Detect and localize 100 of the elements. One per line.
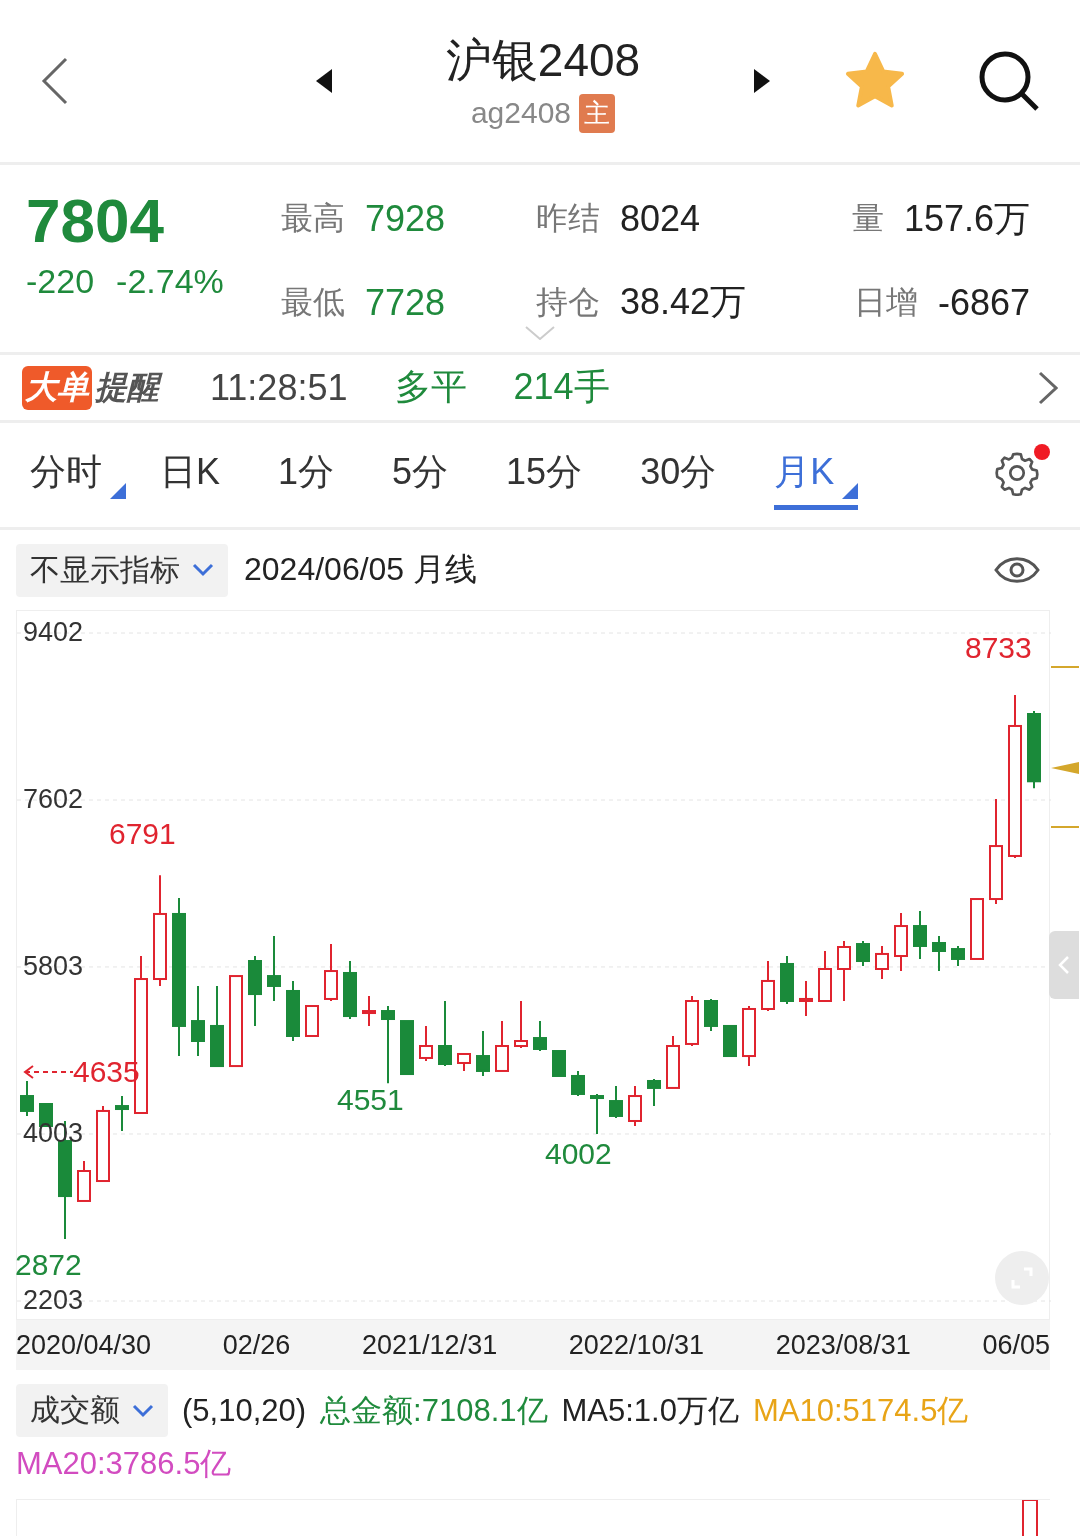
candle xyxy=(628,1085,642,1127)
candle xyxy=(305,1005,319,1037)
candle xyxy=(115,1095,129,1132)
candle xyxy=(685,995,699,1047)
indicator-dropdown[interactable]: 不显示指标 xyxy=(16,543,228,597)
stat-label: 最低 xyxy=(281,282,345,322)
y-axis-label: 2203 xyxy=(23,1287,84,1314)
candle xyxy=(343,960,357,1020)
back-icon[interactable] xyxy=(40,56,70,106)
period-tab[interactable]: 月K xyxy=(774,440,859,510)
previous-arrow-icon[interactable] xyxy=(316,69,332,93)
candle xyxy=(742,1005,756,1068)
chevron-right-icon[interactable] xyxy=(1038,370,1058,405)
extreme-price-label: 4002 xyxy=(545,1139,612,1169)
candle xyxy=(609,1085,623,1119)
x-axis-label: 2022/10/31 xyxy=(568,1329,704,1361)
candle xyxy=(894,912,908,973)
settings-icon[interactable] xyxy=(994,450,1040,496)
volume-stat: MA5:1.0万亿 xyxy=(561,1391,739,1430)
stat-label: 昨结 xyxy=(536,199,600,238)
period-tab[interactable]: 日K xyxy=(160,440,244,510)
candle xyxy=(248,955,262,1027)
candle xyxy=(495,1020,509,1072)
stat-label: 量 xyxy=(851,199,884,238)
candle xyxy=(324,943,338,1002)
candle xyxy=(780,955,794,1005)
period-tab[interactable]: 5分 xyxy=(392,440,473,510)
candle xyxy=(666,1035,680,1089)
eye-icon[interactable] xyxy=(994,555,1040,585)
candle xyxy=(970,898,984,960)
extreme-price-label: 6791 xyxy=(109,819,176,849)
stat-value: 8024 xyxy=(620,198,701,240)
stat-value: 38.42万 xyxy=(620,280,747,324)
next-arrow-icon[interactable] xyxy=(754,69,770,93)
price-level-marker-icon xyxy=(1049,666,1079,828)
y-axis-label: 9402 xyxy=(23,619,84,646)
candle xyxy=(552,1050,566,1077)
stat-value: 7728 xyxy=(365,281,446,324)
candle xyxy=(799,979,813,1018)
candle xyxy=(856,939,870,968)
x-axis-label: 2020/04/30 xyxy=(16,1329,152,1361)
period-tab[interactable]: 分时 xyxy=(30,440,126,510)
percent-change: -2.74% xyxy=(116,262,224,301)
candle xyxy=(533,1020,547,1052)
candle xyxy=(932,934,946,973)
stat-value: -6867 xyxy=(937,281,1030,324)
candle xyxy=(951,945,965,968)
contract-code: ag2408 xyxy=(470,96,572,130)
volume-dropdown[interactable]: 成交额 xyxy=(16,1384,168,1437)
alert-action: 多平 xyxy=(395,365,468,409)
dashed-arrow-icon xyxy=(23,1064,73,1080)
chevron-down-icon xyxy=(132,1403,154,1418)
volume-stat: MA20:3786.5亿 xyxy=(16,1445,232,1483)
x-axis-label: 2023/08/31 xyxy=(775,1329,911,1361)
x-axis-label: 02/26 xyxy=(222,1329,291,1361)
candle xyxy=(476,1030,490,1077)
stat-label: 最高 xyxy=(281,199,345,238)
candle xyxy=(457,1053,471,1072)
extreme-price-label: 4551 xyxy=(337,1085,404,1115)
candle xyxy=(875,945,889,980)
last-price: 7804 xyxy=(26,185,165,256)
stat-value: 157.6万 xyxy=(903,196,1030,241)
candle xyxy=(837,939,851,1002)
contract-title: 沪银2408 xyxy=(445,32,641,88)
extreme-price-label: 2872 xyxy=(15,1250,82,1280)
stat-value: 7928 xyxy=(365,198,446,240)
volume-stat: 总金额:7108.1亿 xyxy=(320,1391,548,1430)
dropdown-corner-icon xyxy=(842,483,859,499)
candle xyxy=(913,910,927,960)
candle xyxy=(362,995,376,1027)
candle xyxy=(723,1024,737,1058)
chart-date-label: 2024/06/05 月线 xyxy=(244,550,479,589)
x-axis-label: 2021/12/31 xyxy=(362,1329,498,1361)
candle xyxy=(647,1078,661,1108)
search-icon[interactable] xyxy=(978,50,1040,112)
candle xyxy=(438,1000,452,1068)
candle xyxy=(77,1160,91,1202)
extreme-price-label: 8733 xyxy=(965,633,1032,663)
price-change: -220 xyxy=(26,262,95,301)
dropdown-corner-icon xyxy=(110,483,126,499)
main-contract-badge: 主 xyxy=(579,93,616,133)
candle xyxy=(761,960,775,1013)
candle xyxy=(20,1080,34,1117)
stat-label: 日增 xyxy=(853,282,918,322)
alert-tag: 提醒 xyxy=(92,365,162,410)
x-axis-label: 06/05 xyxy=(982,1329,1050,1361)
chevron-down-icon xyxy=(192,563,214,577)
candle xyxy=(400,1020,414,1076)
ma-params: (5,10,20) xyxy=(182,1392,307,1429)
volume-stat: MA10:5174.5亿 xyxy=(752,1391,969,1430)
period-tab[interactable]: 1分 xyxy=(278,440,359,510)
alert-tag: 大单 xyxy=(22,365,92,410)
candle xyxy=(267,934,281,1002)
candle xyxy=(419,1024,433,1063)
candle xyxy=(571,1069,585,1098)
period-tab[interactable]: 30分 xyxy=(640,440,741,510)
candle xyxy=(818,950,832,1002)
candle xyxy=(286,979,300,1042)
period-tab[interactable]: 15分 xyxy=(506,440,607,510)
stat-label: 持仓 xyxy=(536,282,600,322)
